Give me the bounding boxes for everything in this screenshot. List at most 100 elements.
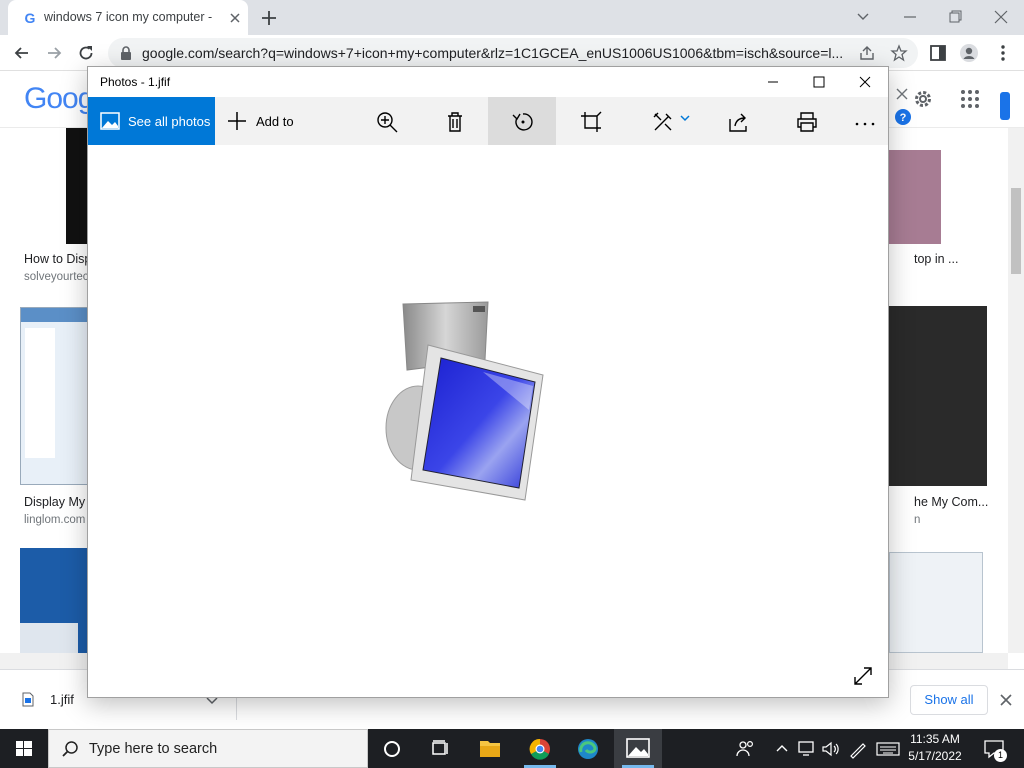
sign-in-button[interactable] — [1000, 92, 1010, 120]
photos-maximize-icon[interactable] — [796, 71, 842, 93]
back-icon[interactable] — [12, 43, 32, 63]
tab-close-icon[interactable] — [226, 9, 244, 27]
crop-button[interactable] — [556, 97, 624, 145]
photo-canvas[interactable] — [88, 145, 888, 697]
zoom-in-icon — [377, 112, 398, 133]
add-to-button[interactable]: Add to — [224, 97, 314, 145]
people-icon[interactable] — [734, 737, 758, 761]
address-bar[interactable]: google.com/search?q=windows+7+icon+my+co… — [108, 38, 918, 68]
tab-title: windows 7 icon my computer - G — [44, 10, 214, 24]
notification-center-icon[interactable]: 1 — [982, 737, 1007, 762]
search-placeholder: Type here to search — [89, 741, 218, 757]
google-favicon-icon: G — [24, 10, 36, 26]
reload-icon[interactable] — [76, 43, 96, 63]
result-image-1[interactable] — [66, 128, 88, 244]
system-clock[interactable]: 11:35 AM 5/17/2022 — [900, 731, 970, 767]
photos-close-icon[interactable] — [842, 71, 888, 93]
url-text[interactable]: google.com/search?q=windows+7+icon+my+co… — [142, 45, 852, 63]
more-button[interactable] — [830, 97, 898, 145]
show-hidden-icons-chevron-icon[interactable] — [774, 741, 790, 757]
windows-logo-icon — [16, 741, 32, 756]
result-image-2[interactable] — [20, 307, 89, 485]
more-icon — [855, 122, 875, 126]
rotate-button[interactable] — [488, 97, 556, 145]
see-all-photos-label: See all photos — [128, 114, 211, 129]
share-page-icon[interactable] — [858, 44, 876, 62]
settings-gear-icon[interactable] — [912, 88, 934, 110]
start-button[interactable] — [0, 729, 48, 768]
clock-date: 5/17/2022 — [908, 749, 962, 763]
page-vertical-scrollbar[interactable] — [1008, 128, 1024, 653]
print-icon — [797, 112, 817, 132]
minimize-icon[interactable] — [898, 6, 922, 28]
fullscreen-expand-icon[interactable] — [852, 665, 874, 687]
show-all-button[interactable]: Show all — [910, 685, 988, 715]
photos-minimize-icon[interactable] — [750, 71, 796, 93]
result-image-5[interactable] — [889, 306, 987, 486]
rotate-icon — [512, 113, 533, 131]
photos-titlebar[interactable]: Photos - 1.jfif — [88, 67, 888, 97]
taskbar-search-box[interactable]: Type here to search — [48, 729, 368, 768]
edit-button[interactable] — [628, 97, 708, 145]
restore-icon[interactable] — [943, 6, 967, 28]
network-icon[interactable] — [796, 739, 818, 759]
cortana-icon[interactable] — [368, 729, 416, 768]
photos-window: Photos - 1.jfif See all photos Add to — [87, 66, 889, 698]
volume-icon[interactable] — [820, 739, 842, 759]
share-button[interactable] — [704, 97, 772, 145]
side-panel-icon[interactable] — [928, 43, 948, 63]
result-caption-4[interactable]: top in ... — [914, 252, 984, 266]
photos-window-title: Photos - 1.jfif — [100, 75, 171, 89]
close-window-icon[interactable] — [989, 6, 1013, 28]
result-source-5: n — [914, 514, 921, 526]
forward-icon[interactable] — [44, 43, 64, 63]
zoom-button[interactable] — [352, 97, 420, 145]
tab-search-chevron-icon[interactable] — [851, 6, 875, 28]
pen-workspace-icon[interactable] — [848, 739, 868, 759]
google-logo[interactable]: Goog — [24, 82, 94, 114]
vertical-scroll-thumb[interactable] — [1011, 188, 1021, 274]
notification-badge: 1 — [994, 749, 1007, 762]
svg-text:?: ? — [900, 112, 907, 124]
task-view-icon[interactable] — [416, 729, 464, 768]
chrome-menu-icon[interactable] — [993, 43, 1013, 63]
displayed-photo — [373, 300, 553, 515]
download-file-name[interactable]: 1.jfif — [50, 692, 74, 707]
result-image-3[interactable] — [20, 548, 88, 653]
browser-tab[interactable]: G windows 7 icon my computer - G — [8, 0, 248, 35]
result-caption-1[interactable]: How to Disp — [24, 252, 88, 266]
add-to-label: Add to — [256, 114, 294, 129]
result-image-4[interactable] — [889, 150, 941, 244]
result-image-6[interactable] — [889, 552, 983, 653]
lock-icon[interactable] — [120, 46, 132, 60]
share-icon — [729, 113, 747, 132]
close-download-bar-icon[interactable] — [998, 692, 1014, 708]
photos-gallery-icon — [100, 112, 120, 130]
chrome-taskbar-icon[interactable] — [516, 729, 564, 768]
photos-toolbar: See all photos Add to — [88, 97, 888, 145]
apps-grid-icon[interactable] — [960, 89, 980, 109]
tab-strip: G windows 7 icon my computer - G — [0, 0, 1024, 35]
bookmark-star-icon[interactable] — [890, 44, 908, 62]
touch-keyboard-icon[interactable] — [876, 740, 900, 758]
result-caption-2[interactable]: Display My — [24, 495, 88, 509]
delete-button[interactable] — [420, 97, 488, 145]
delete-icon — [448, 112, 462, 132]
clock-time: 11:35 AM — [910, 732, 960, 746]
google-logo-text: Goog — [24, 82, 94, 114]
profile-avatar-icon[interactable] — [959, 43, 979, 63]
new-tab-icon[interactable] — [258, 7, 280, 29]
search-icon — [61, 740, 79, 758]
file-icon — [22, 692, 34, 707]
google-header-actions: ? — [890, 80, 1010, 125]
edge-icon[interactable] — [564, 729, 612, 768]
taskbar: Type here to search 11:35 AM 5/17/2022 1 — [0, 729, 1024, 768]
photos-taskbar-icon[interactable] — [614, 729, 662, 768]
see-all-photos-button[interactable]: See all photos — [88, 97, 215, 145]
add-icon — [227, 111, 247, 131]
result-source-1: solveyourtec — [24, 271, 88, 283]
file-explorer-icon[interactable] — [466, 729, 514, 768]
edit-icon — [653, 112, 672, 131]
result-caption-5[interactable]: he My Com... — [914, 495, 994, 509]
result-source-2: linglom.com — [24, 514, 86, 526]
